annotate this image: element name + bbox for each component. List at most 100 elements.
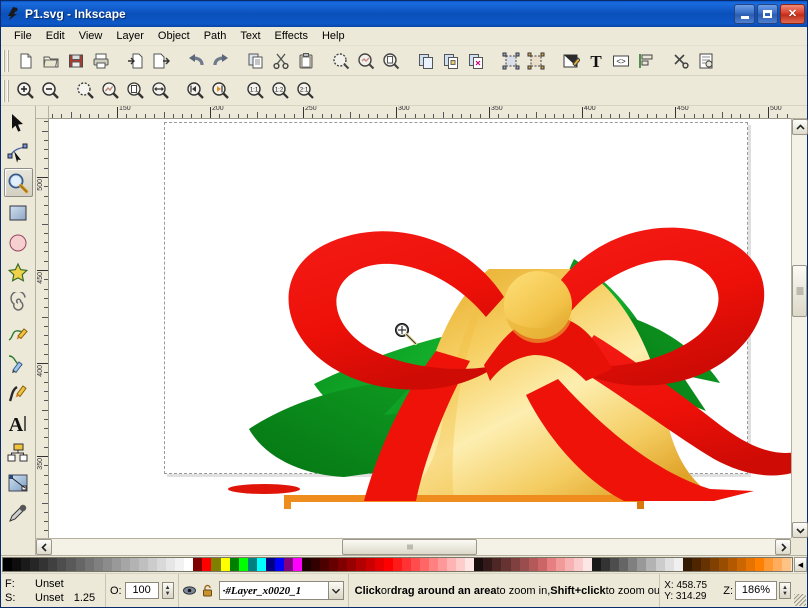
palette-swatch[interactable] bbox=[157, 558, 166, 571]
scroll-down-button[interactable] bbox=[792, 522, 808, 538]
menu-text[interactable]: Text bbox=[233, 28, 267, 44]
scroll-left-button[interactable] bbox=[36, 539, 52, 555]
palette-swatch[interactable] bbox=[66, 558, 75, 571]
palette-swatch[interactable] bbox=[320, 558, 329, 571]
palette-swatch[interactable] bbox=[103, 558, 112, 571]
palette-swatch[interactable] bbox=[692, 558, 701, 571]
align-and-distribute-button[interactable] bbox=[633, 48, 658, 73]
ruler-corner[interactable] bbox=[36, 106, 49, 119]
menu-layer[interactable]: Layer bbox=[109, 28, 151, 44]
palette-swatch[interactable] bbox=[465, 558, 474, 571]
calligraphy-tool[interactable] bbox=[4, 378, 33, 407]
palette-swatch[interactable] bbox=[184, 558, 193, 571]
palette-swatch[interactable] bbox=[710, 558, 719, 571]
palette-swatch[interactable] bbox=[420, 558, 429, 571]
palette-swatch[interactable] bbox=[746, 558, 755, 571]
zoom-tool[interactable] bbox=[4, 168, 33, 197]
pencil-tool[interactable] bbox=[4, 318, 33, 347]
palette-swatch[interactable] bbox=[538, 558, 547, 571]
palette-swatch[interactable] bbox=[211, 558, 220, 571]
xml-editor-button[interactable]: <> bbox=[608, 48, 633, 73]
palette-swatch[interactable] bbox=[782, 558, 791, 571]
palette-swatch[interactable] bbox=[492, 558, 501, 571]
palette-swatch[interactable] bbox=[76, 558, 85, 571]
connector-tool[interactable] bbox=[4, 438, 33, 467]
palette-swatch[interactable] bbox=[529, 558, 538, 571]
palette-swatch[interactable] bbox=[85, 558, 94, 571]
vertical-scrollbar[interactable] bbox=[791, 119, 807, 538]
menu-edit[interactable]: Edit bbox=[39, 28, 72, 44]
save-document-button[interactable] bbox=[63, 48, 88, 73]
palette-swatch[interactable] bbox=[665, 558, 674, 571]
palette-swatch[interactable] bbox=[21, 558, 30, 571]
palette-swatch[interactable] bbox=[583, 558, 592, 571]
palette-swatch[interactable] bbox=[48, 558, 57, 571]
zoom-drawing-button[interactable] bbox=[353, 48, 378, 73]
ellipse-tool[interactable] bbox=[4, 228, 33, 257]
palette-swatch[interactable] bbox=[619, 558, 628, 571]
palette-swatch[interactable] bbox=[311, 558, 320, 571]
palette-scroll-arrow[interactable]: ◀ bbox=[794, 557, 807, 572]
palette-swatch[interactable] bbox=[230, 558, 239, 571]
palette-swatch[interactable] bbox=[148, 558, 157, 571]
opacity-input[interactable]: 100 bbox=[125, 582, 159, 599]
palette-swatch[interactable] bbox=[302, 558, 311, 571]
zoom-in-button[interactable] bbox=[13, 78, 38, 103]
palette-swatch[interactable] bbox=[402, 558, 411, 571]
menu-effects[interactable]: Effects bbox=[268, 28, 315, 44]
palette-swatch[interactable] bbox=[30, 558, 39, 571]
palette-swatch[interactable] bbox=[94, 558, 103, 571]
palette-swatch[interactable] bbox=[637, 558, 646, 571]
spiral-tool[interactable] bbox=[4, 288, 33, 317]
zoom-out-button[interactable] bbox=[38, 78, 63, 103]
menu-view[interactable]: View bbox=[72, 28, 110, 44]
cut-button[interactable] bbox=[268, 48, 293, 73]
copy-button[interactable] bbox=[243, 48, 268, 73]
opacity-stepper[interactable]: ▲▼ bbox=[162, 582, 174, 599]
menu-help[interactable]: Help bbox=[315, 28, 352, 44]
drawing-canvas[interactable] bbox=[49, 119, 791, 538]
document-properties-button[interactable] bbox=[693, 48, 718, 73]
palette-swatch[interactable] bbox=[601, 558, 610, 571]
palette-swatch[interactable] bbox=[628, 558, 637, 571]
palette-swatch[interactable] bbox=[166, 558, 175, 571]
zoom-1-2-button[interactable]: 1:2 bbox=[268, 78, 293, 103]
palette-swatch[interactable] bbox=[674, 558, 683, 571]
horizontal-scroll-trough[interactable] bbox=[52, 539, 775, 555]
clone-button[interactable] bbox=[438, 48, 463, 73]
undo-button[interactable] bbox=[183, 48, 208, 73]
palette-swatch[interactable] bbox=[565, 558, 574, 571]
vertical-ruler[interactable]: 500450400350 bbox=[36, 119, 49, 538]
fill-and-stroke-button[interactable] bbox=[558, 48, 583, 73]
palette-swatch[interactable] bbox=[511, 558, 520, 571]
toolbar-grip[interactable] bbox=[3, 80, 10, 102]
palette-swatch[interactable] bbox=[592, 558, 601, 571]
redo-button[interactable] bbox=[208, 48, 233, 73]
palette-swatch[interactable] bbox=[12, 558, 21, 571]
menu-path[interactable]: Path bbox=[197, 28, 234, 44]
christmas-bell-artwork[interactable] bbox=[154, 129, 791, 509]
toolbar-grip[interactable] bbox=[3, 50, 10, 72]
horizontal-ruler[interactable]: 150200250300350400450500 bbox=[49, 106, 791, 119]
rectangle-tool[interactable] bbox=[4, 198, 33, 227]
paste-button[interactable] bbox=[293, 48, 318, 73]
palette-swatch[interactable] bbox=[284, 558, 293, 571]
open-document-button[interactable] bbox=[38, 48, 63, 73]
zoom-previous-button[interactable] bbox=[183, 78, 208, 103]
palette-swatch[interactable] bbox=[556, 558, 565, 571]
palette-swatch[interactable] bbox=[701, 558, 710, 571]
opacity-control[interactable]: O: 100 ▲▼ bbox=[106, 574, 179, 607]
palette-swatch[interactable] bbox=[520, 558, 529, 571]
palette-swatch[interactable] bbox=[266, 558, 275, 571]
dropper-tool[interactable] bbox=[4, 498, 33, 527]
zoom-selection-button[interactable] bbox=[328, 48, 353, 73]
palette-swatch[interactable] bbox=[130, 558, 139, 571]
selector-tool[interactable] bbox=[4, 108, 33, 137]
unlink-clone-button[interactable] bbox=[463, 48, 488, 73]
palette-swatch[interactable] bbox=[293, 558, 302, 571]
fill-stroke-indicator[interactable]: F: Unset S: Unset 1.25 bbox=[1, 574, 106, 607]
zoom-2-1-button[interactable]: 2:1 bbox=[293, 78, 318, 103]
palette-swatch[interactable] bbox=[773, 558, 782, 571]
palette-swatch[interactable] bbox=[429, 558, 438, 571]
palette-swatch[interactable] bbox=[329, 558, 338, 571]
